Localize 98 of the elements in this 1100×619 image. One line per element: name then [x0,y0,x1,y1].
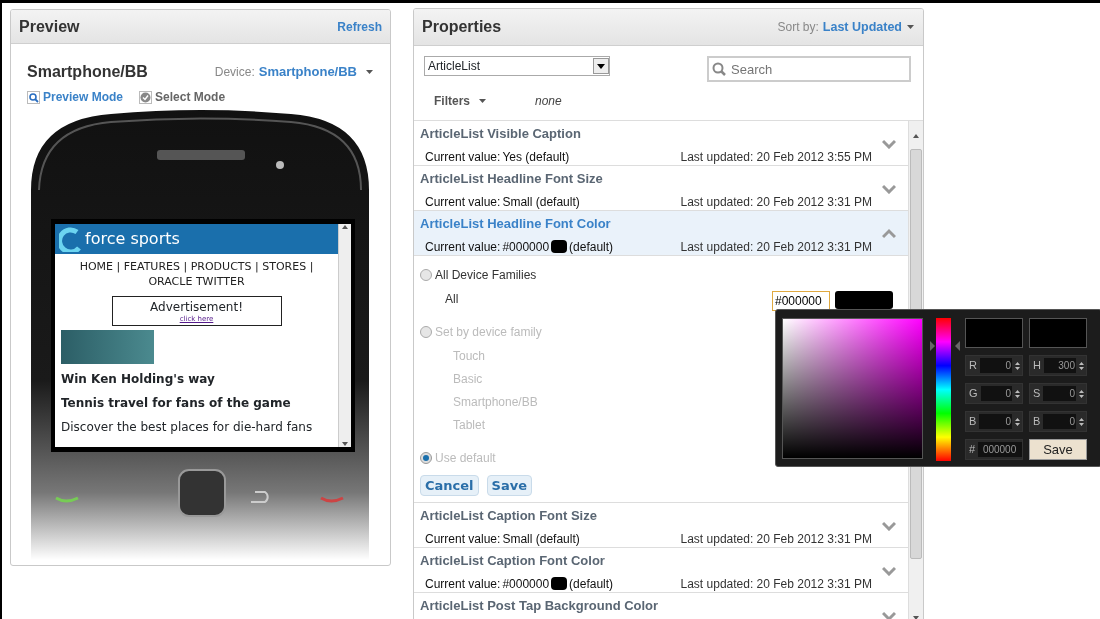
caret-icon [906,24,915,30]
nav-links[interactable]: HOME | FEATURES | PRODUCTS | STORES | ORACLE TWITTER [55,254,338,289]
ad-title: Advertisement! [150,300,243,314]
radio-icon [420,326,432,338]
number-field[interactable]: 0 [980,386,1012,401]
mode-toggle[interactable]: Preview Mode [27,88,124,106]
value-suffix: (default) [569,575,614,593]
dropdown-icon[interactable] [593,58,609,74]
property-name: ArticleList Post Tap Background Color [420,597,660,615]
device-title: Smartphone/BB [27,62,148,82]
field-label: G [969,386,978,402]
current-value: Yes (default) [502,148,570,166]
chevron-icon[interactable] [882,138,896,149]
cancel-button[interactable]: Cancel [420,474,479,496]
value-label: Current value: [425,530,501,548]
current-value: #000000 [502,575,550,593]
save-button[interactable]: Save [486,474,532,496]
scroll-up-icon[interactable] [913,132,920,139]
device-family: Tablet [452,417,486,434]
chevron-icon[interactable] [882,565,896,576]
device-family: Basic [452,371,483,388]
panel-title: Properties [422,17,502,37]
property-row[interactable]: ArticleList Visible Caption Current value: Yes (default) Last updated: 20 Feb 2012 3:55 PM [414,121,908,166]
article-headline: Tennis travel for fans of the game [60,395,292,412]
save-button[interactable]: Save [1029,439,1087,460]
check-icon [139,90,153,104]
panel-title: Preview [19,16,80,37]
article-headline: Win Ken Holding's way [60,371,216,388]
field-label: B [1033,414,1041,430]
value-suffix: (default) [569,238,614,256]
caret-icon [478,98,487,104]
hue-slider-handle[interactable] [930,341,960,351]
number-field[interactable]: 300 [1043,358,1076,373]
hex-field[interactable]: 000000 [978,442,1022,457]
field-label: H [1033,358,1041,374]
chevron-icon[interactable] [882,183,896,194]
swirl-icon [59,226,81,252]
current-value: Small (default) [502,530,580,548]
scrollbar[interactable] [338,224,351,447]
brand-name: force sports [85,228,180,250]
mode-toggle[interactable]: Select Mode [139,88,226,106]
value-label: Current value: [425,575,501,593]
spinner-icon[interactable] [1079,389,1084,398]
magnifier-icon [27,90,40,104]
color-input[interactable]: #000000 [772,291,830,311]
radio-option[interactable]: All Device Families [420,266,537,284]
spinner-icon[interactable] [1079,417,1084,426]
color-swatch[interactable] [835,291,893,309]
number-field[interactable]: 0 [979,414,1012,429]
value-label: Current value: [425,238,501,256]
device-family: Touch [452,348,486,365]
value-label: Current value: [425,148,501,166]
property-row[interactable]: ArticleList Headline Font Color Current value: #000000 (default) Last updated: 20 Feb 2012 3:31 PM [414,211,908,256]
article-text: Discover the best places for die-hard fans [60,419,314,436]
sort-label: Sort by: [777,19,819,36]
spinner-icon[interactable] [1015,361,1020,370]
last-updated: Last updated: 20 Feb 2012 3:31 PM [680,575,872,593]
radio-icon [420,269,432,281]
radio-icon [420,452,432,464]
chevron-icon[interactable] [882,610,896,619]
device-label: Device: [214,64,255,81]
property-name: ArticleList Caption Font Color [420,552,606,570]
device-family: Smartphone/BB [452,394,538,411]
value-label: Current value: [425,193,501,211]
filter-value: none [535,93,562,110]
field-label: R [969,358,977,374]
last-updated: Last updated: 20 Feb 2012 3:31 PM [680,238,872,256]
number-field[interactable]: 0 [1043,386,1076,401]
last-updated: Last updated: 20 Feb 2012 3:31 PM [680,530,872,548]
property-name: ArticleList Caption Font Size [420,507,598,525]
field-label: B [969,414,977,430]
scroll-down-icon[interactable] [341,441,349,447]
property-name: ArticleList Visible Caption [420,125,582,143]
last-updated: Last updated: 20 Feb 2012 3:55 PM [680,148,872,166]
current-value: #000000 [502,238,550,256]
chevron-icon[interactable] [882,520,896,531]
last-updated: Last updated: 20 Feb 2012 3:31 PM [680,193,872,211]
component-select[interactable]: ArticleList [424,56,610,76]
property-row[interactable]: ArticleList Caption Font Color Current value: #000000 (default) Last updated: 20 Feb 2012 3:31 PM [414,548,908,593]
current-value: Small (default) [502,193,580,211]
field-label: S [1033,386,1041,402]
scroll-up-icon[interactable] [341,224,349,230]
saturation-field[interactable] [782,318,923,459]
property-name: ArticleList Headline Font Size [420,170,604,188]
caret-icon [365,69,374,75]
number-field[interactable]: 0 [979,358,1012,373]
spinner-icon[interactable] [1015,417,1020,426]
spinner-icon[interactable] [1079,361,1084,370]
spinner-icon[interactable] [1015,389,1020,398]
property-name: ArticleList Headline Font Color [420,215,612,233]
filters-dropdown[interactable]: Filters [434,92,487,110]
number-field[interactable]: 0 [1043,414,1076,429]
device-family: All [444,291,459,308]
field-label: # [969,442,976,458]
search-field[interactable]: Search [707,56,911,82]
property-row[interactable]: ArticleList Caption Font Size Current value: Small (default) Last updated: 20 Feb 2012 3:31 PM [414,503,908,548]
search-icon [712,62,726,76]
device-dropdown[interactable]: Smartphone/BB [258,62,374,82]
